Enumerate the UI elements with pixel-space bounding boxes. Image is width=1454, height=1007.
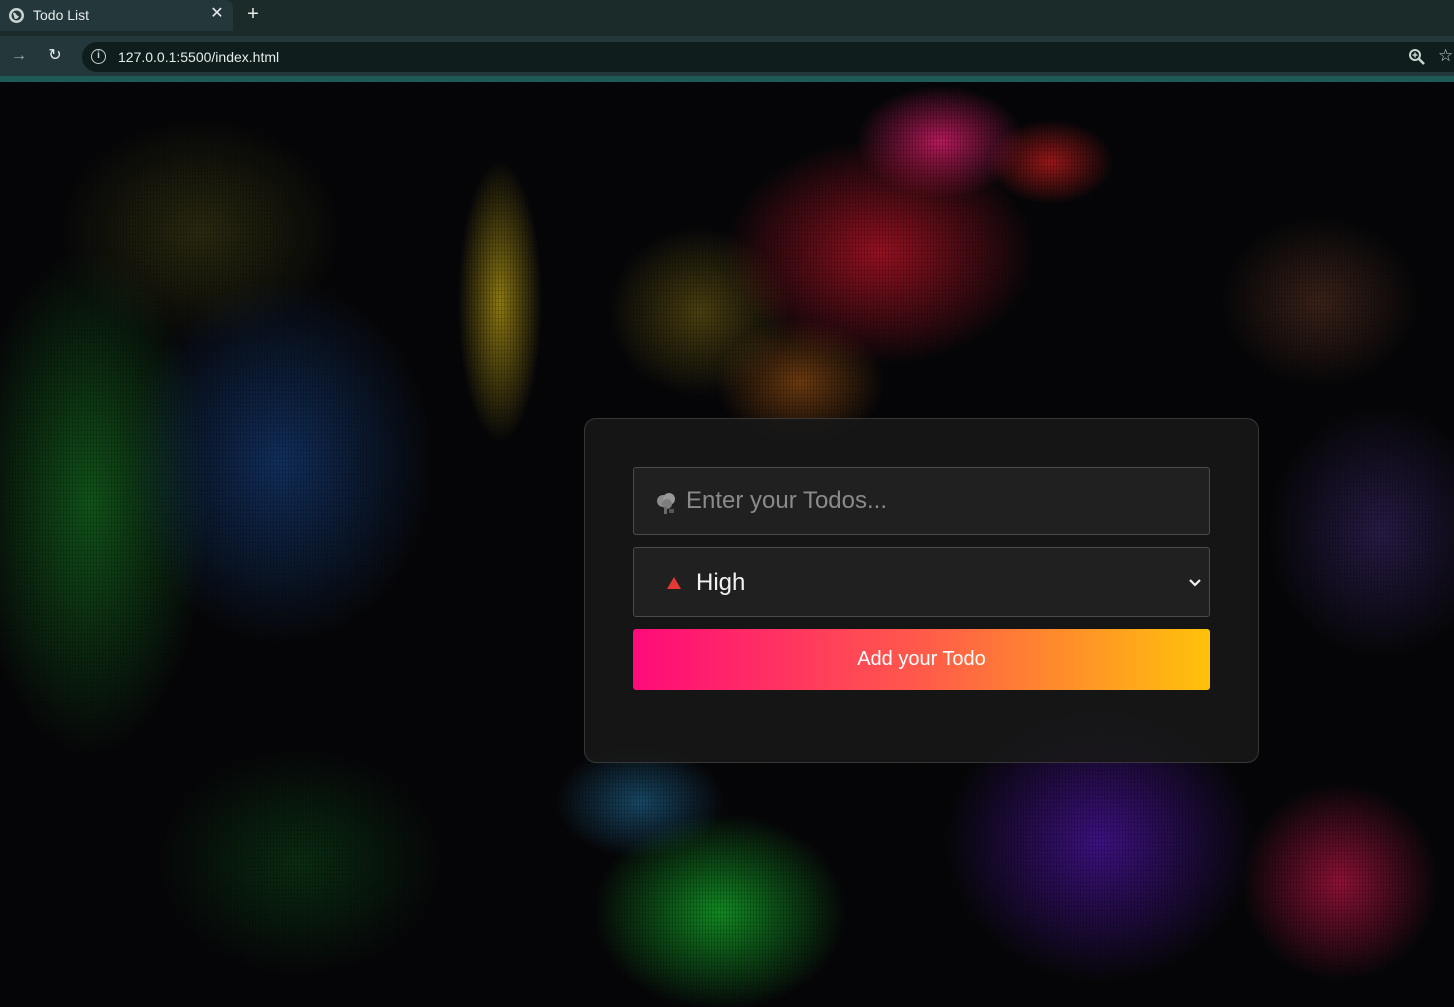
site-info-icon[interactable]: i bbox=[91, 49, 106, 64]
add-todo-button[interactable]: Add your Todo bbox=[633, 629, 1210, 690]
close-icon[interactable]: ✕ bbox=[208, 5, 226, 23]
todo-input[interactable] bbox=[686, 468, 1201, 534]
todo-card: High Add your Todo bbox=[584, 418, 1259, 763]
reload-icon[interactable]: ↻ bbox=[45, 46, 65, 66]
chevron-down-icon[interactable] bbox=[1188, 576, 1202, 590]
zoom-icon[interactable] bbox=[1408, 48, 1426, 66]
todo-input-field[interactable] bbox=[633, 467, 1210, 535]
red-triangle-icon bbox=[666, 576, 682, 590]
address-bar[interactable]: i 127.0.0.1:5500/index.html ☆ bbox=[82, 42, 1454, 72]
page-background: High Add your Todo bbox=[0, 82, 1454, 1007]
priority-select[interactable]: High bbox=[633, 547, 1210, 617]
browser-tabbar: Todo List ✕ + bbox=[0, 0, 1454, 36]
priority-selected-value: High bbox=[696, 569, 746, 596]
tab-todo-list[interactable]: Todo List ✕ bbox=[0, 0, 233, 31]
browser-toolbar: → ↻ i 127.0.0.1:5500/index.html ☆ bbox=[0, 36, 1454, 82]
url-text[interactable]: 127.0.0.1:5500/index.html bbox=[118, 49, 279, 65]
new-tab-button[interactable]: + bbox=[243, 4, 263, 24]
tab-title: Todo List bbox=[33, 7, 90, 23]
globe-icon bbox=[9, 8, 24, 23]
star-icon[interactable]: ☆ bbox=[1438, 47, 1454, 65]
forward-icon[interactable]: → bbox=[9, 46, 29, 66]
thought-bubble-icon bbox=[654, 490, 680, 516]
